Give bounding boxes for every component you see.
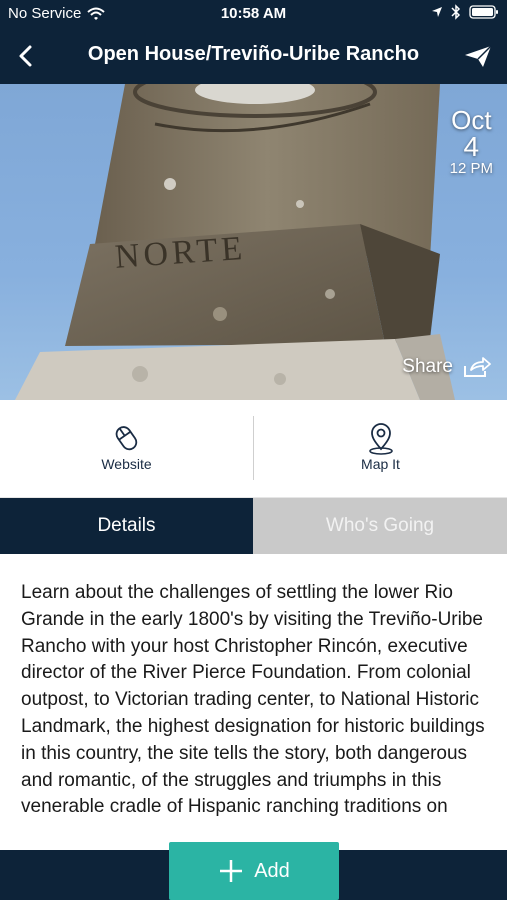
website-button[interactable]: Website <box>0 400 253 498</box>
status-bar: No Service 10:58 AM <box>0 0 507 28</box>
event-day: 4 <box>463 131 480 162</box>
event-hero-image: NORTE Oct 4 12 PM Share <box>0 84 507 400</box>
plus-icon <box>220 860 243 882</box>
share-icon <box>464 357 491 377</box>
event-date-badge: Oct 4 12 PM <box>450 106 493 178</box>
battery-icon <box>469 5 498 19</box>
event-description: Learn about the challenges of settling t… <box>21 582 485 818</box>
add-label: Add <box>254 859 290 882</box>
bluetooth-icon <box>451 4 461 20</box>
map-pin-icon <box>368 423 393 455</box>
share-button[interactable]: Share <box>402 356 491 378</box>
tab-details[interactable]: Details <box>0 498 253 554</box>
website-label: Website <box>101 456 152 472</box>
details-content: Learn about the challenges of settling t… <box>0 554 507 850</box>
paper-plane-icon[interactable] <box>463 42 493 70</box>
tab-bar: Details Who's Going <box>0 498 507 554</box>
tab-whos-going[interactable]: Who's Going <box>253 498 507 554</box>
map-it-label: Map It <box>361 456 400 472</box>
event-time: 12 PM <box>449 160 493 177</box>
event-month: Oct <box>451 105 492 135</box>
location-arrow-icon <box>432 7 442 17</box>
map-it-button[interactable]: Map It <box>254 400 507 498</box>
page-title: Open House/Treviño-Uribe Rancho <box>87 43 420 65</box>
back-chevron-icon[interactable] <box>14 42 38 70</box>
share-label: Share <box>402 356 453 377</box>
stone-monument-image: NORTE <box>15 84 455 400</box>
status-right-group <box>431 4 499 20</box>
mouse-icon <box>115 426 137 451</box>
nav-bar: Open House/Treviño-Uribe Rancho <box>0 28 507 84</box>
add-button[interactable]: Add <box>169 842 339 900</box>
action-buttons: Website Map It <box>0 400 507 498</box>
